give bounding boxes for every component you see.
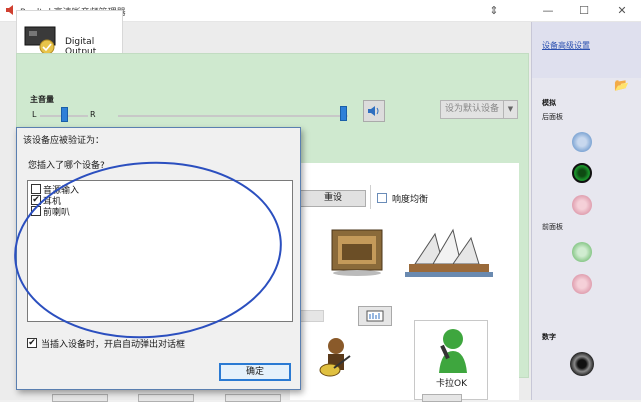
option-checkbox[interactable] xyxy=(31,206,41,216)
main-volume-label: 主音量 xyxy=(30,95,54,104)
device-detection-dialog: 该设备应被验证为： 您插入了哪个设备? 音源输入 ✔ 耳机 前喇叭 ✔ 当插入设… xyxy=(16,127,301,390)
close-button[interactable]: ✕ xyxy=(614,3,630,19)
auto-popup-label: 当插入设备时，开启自动弹出对话框 xyxy=(41,340,186,350)
karaoke-stepper[interactable] xyxy=(422,394,462,402)
bottom-button-2[interactable] xyxy=(138,394,194,402)
volume-left-label: L xyxy=(32,110,37,119)
dialog-title: 该设备应被验证为： xyxy=(23,136,105,146)
volume-track xyxy=(118,115,348,117)
back-jack-green[interactable] xyxy=(572,163,592,183)
karaoke-label: 卡拉OK xyxy=(436,379,467,389)
loudness-label: 响度均衡 xyxy=(392,195,429,205)
front-jack-green[interactable] xyxy=(572,242,592,262)
bottom-button-1[interactable] xyxy=(52,394,108,402)
minimize-button[interactable]: — xyxy=(540,3,556,19)
karaoke-singer-icon xyxy=(439,329,467,373)
back-jack-blue[interactable] xyxy=(572,132,592,152)
set-default-label: 设为默认设备 xyxy=(445,104,500,114)
move-icon[interactable]: ⇕ xyxy=(486,3,502,19)
set-default-device-button[interactable]: 设为默认设备 ▼ xyxy=(440,100,518,119)
divider xyxy=(370,185,371,209)
ok-button[interactable]: 确定 xyxy=(219,363,291,381)
speaker-icon xyxy=(368,106,379,116)
chevron-down-icon[interactable]: ▼ xyxy=(503,101,517,118)
dialog-question: 您插入了哪个设备? xyxy=(28,161,105,171)
auto-popup-checkbox[interactable]: ✔ xyxy=(27,338,37,348)
reset-button[interactable]: 重设 xyxy=(300,190,366,207)
option-checkbox[interactable]: ✔ xyxy=(31,195,41,205)
option-checkbox[interactable] xyxy=(31,184,41,194)
connector-panel: 设备高级设置 📂 模拟 后面板 前面板 数字 xyxy=(531,22,641,400)
loudness-checkbox[interactable] xyxy=(377,193,387,203)
option-label: 前喇叭 xyxy=(43,208,71,218)
bottom-button-3[interactable] xyxy=(225,394,281,402)
volume-slider[interactable] xyxy=(340,106,347,121)
equalizer-icon xyxy=(366,310,384,322)
balance-slider[interactable] xyxy=(61,107,68,122)
digital-jack[interactable] xyxy=(570,352,594,376)
room-environment-image[interactable] xyxy=(328,226,386,278)
mute-button[interactable] xyxy=(363,100,385,122)
digital-output-icon xyxy=(24,26,56,55)
back-jack-pink[interactable] xyxy=(572,195,592,215)
folder-icon[interactable]: 📂 xyxy=(614,78,629,92)
opera-house-environment-image[interactable] xyxy=(405,224,493,278)
advanced-settings-link[interactable]: 设备高级设置 xyxy=(542,40,590,51)
equalizer-button[interactable] xyxy=(358,306,392,326)
front-jack-pink[interactable] xyxy=(572,274,592,294)
digital-label: 数字 xyxy=(542,333,556,341)
analog-label: 模拟 xyxy=(542,99,556,107)
volume-right-label: R xyxy=(90,110,96,119)
device-options-list: 音源输入 ✔ 耳机 前喇叭 xyxy=(27,180,293,322)
maximize-button[interactable]: ☐ xyxy=(576,3,592,19)
front-panel-label: 前面板 xyxy=(542,223,563,231)
guitar-player-image xyxy=(319,338,351,377)
back-panel-label: 后面板 xyxy=(542,113,563,121)
